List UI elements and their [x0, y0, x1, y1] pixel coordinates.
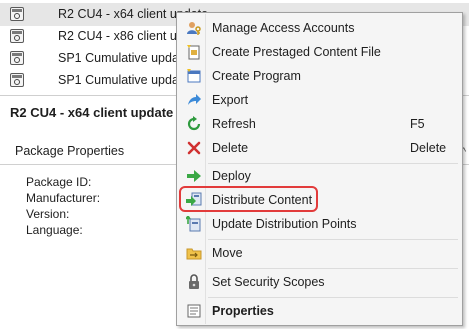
context-menu: Manage Access Accounts Create Prestaged …	[176, 12, 463, 326]
package-icon	[10, 73, 24, 87]
refresh-icon	[187, 116, 201, 131]
menu-separator	[208, 239, 458, 240]
menu-item-manage-access-accounts[interactable]: Manage Access Accounts	[179, 17, 460, 39]
menu-item-label: Update Distribution Points	[212, 217, 357, 231]
folder-move-icon	[186, 248, 202, 260]
menu-item-delete[interactable]: Delete Delete	[179, 137, 460, 159]
deploy-arrow-icon	[187, 170, 201, 182]
property-label: Package ID:	[26, 175, 92, 189]
menu-item-label: Properties	[212, 304, 274, 318]
properties-icon	[187, 304, 201, 318]
menu-item-label: Create Program	[212, 69, 301, 83]
package-icon	[10, 7, 24, 21]
property-label: Language:	[26, 223, 83, 237]
menu-separator	[208, 297, 458, 298]
menu-item-shortcut: Delete	[410, 141, 447, 155]
menu-item-label: Delete	[212, 141, 249, 155]
prestaged-file-icon	[187, 45, 200, 60]
update-dp-icon	[186, 216, 201, 232]
property-label: Version:	[26, 207, 70, 221]
section-package-properties[interactable]: Package Properties	[15, 144, 124, 158]
key-user-icon	[187, 22, 201, 35]
export-arrow-icon	[188, 94, 201, 105]
menu-item-label: Export	[212, 93, 249, 107]
menu-item-deploy[interactable]: Deploy	[179, 165, 460, 187]
create-program-icon	[187, 69, 201, 83]
delete-x-icon	[187, 141, 201, 155]
menu-item-create-program[interactable]: Create Program	[179, 65, 460, 87]
menu-item-set-security-scopes[interactable]: Set Security Scopes	[179, 271, 460, 293]
menu-item-refresh[interactable]: Refresh F5	[179, 113, 460, 135]
menu-item-label: Move	[212, 246, 243, 260]
security-lock-icon	[189, 274, 199, 289]
property-label: Manufacturer:	[26, 191, 101, 205]
menu-item-shortcut: F5	[410, 117, 425, 131]
menu-item-export[interactable]: Export	[179, 89, 460, 111]
menu-item-update-distribution-points[interactable]: Update Distribution Points	[179, 213, 460, 235]
menu-item-create-prestaged-content-file[interactable]: Create Prestaged Content File	[179, 41, 460, 63]
menu-item-label: Set Security Scopes	[212, 275, 325, 289]
package-name: SP1 Cumulative update	[58, 73, 190, 87]
menu-item-label: Refresh	[212, 117, 256, 131]
menu-item-properties[interactable]: Properties	[179, 300, 460, 322]
package-name: SP1 Cumulative update	[58, 51, 190, 65]
menu-item-label: Manage Access Accounts	[212, 21, 355, 35]
menu-separator	[208, 268, 458, 269]
menu-item-label: Deploy	[212, 169, 251, 183]
menu-item-label: Create Prestaged Content File	[212, 45, 381, 59]
menu-separator	[208, 163, 458, 164]
menu-item-move[interactable]: Move	[179, 242, 460, 264]
detail-title: R2 CU4 - x64 client update	[10, 105, 174, 120]
package-icon	[10, 51, 24, 65]
package-icon	[10, 29, 24, 43]
highlight-annotation	[179, 186, 318, 212]
